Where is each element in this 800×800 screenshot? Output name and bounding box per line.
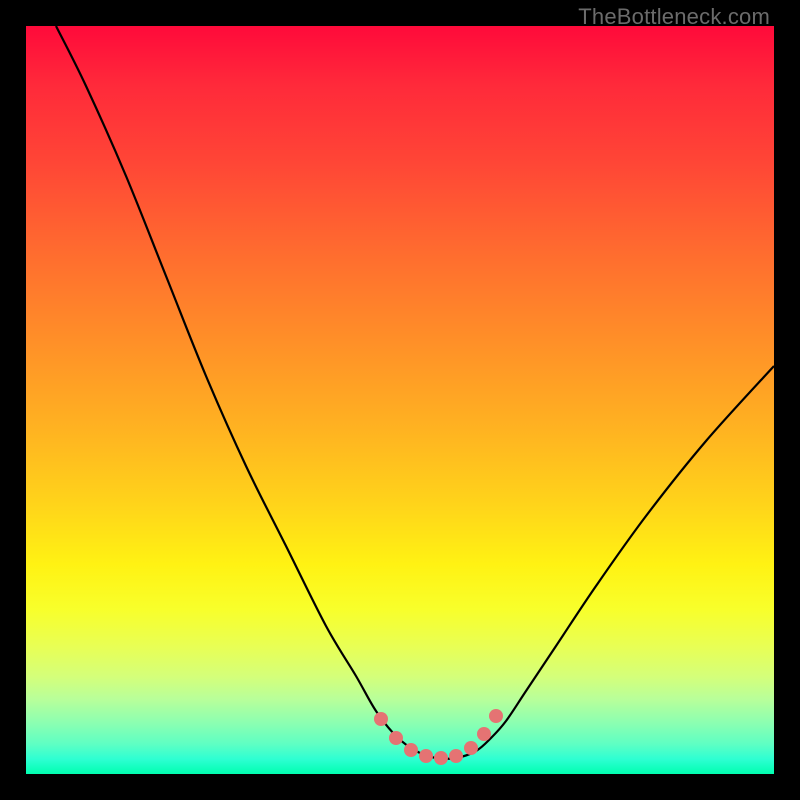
- plot-area: [26, 26, 774, 774]
- valley-dot: [489, 709, 503, 723]
- valley-dot: [389, 731, 403, 745]
- valley-dots-group: [374, 709, 503, 765]
- bottleneck-curve-path: [56, 26, 774, 759]
- valley-dot: [449, 749, 463, 763]
- curve-layer: [26, 26, 774, 774]
- chart-stage: TheBottleneck.com: [0, 0, 800, 800]
- valley-dot: [419, 749, 433, 763]
- valley-dot: [477, 727, 491, 741]
- valley-dot: [374, 712, 388, 726]
- valley-dot: [464, 741, 478, 755]
- valley-dot: [434, 751, 448, 765]
- valley-dot: [404, 743, 418, 757]
